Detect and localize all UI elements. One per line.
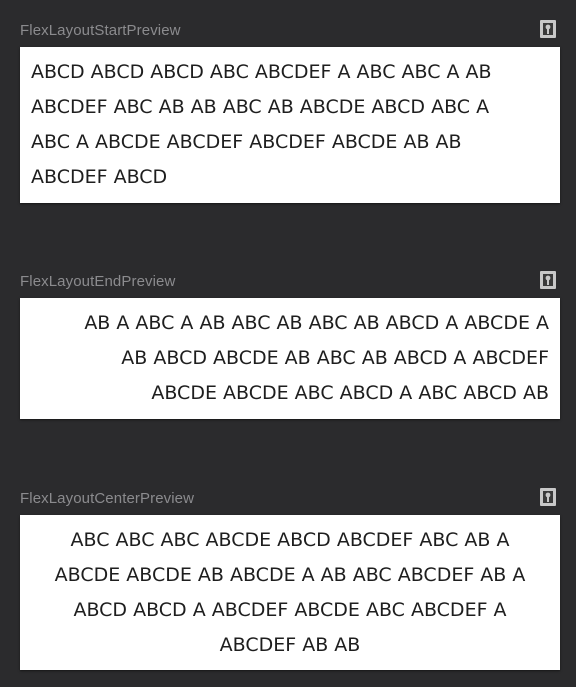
preview-card: AB A ABC A AB ABC AB ABC AB ABCD A ABCDE… — [20, 298, 560, 419]
flex-line: ABC A ABCDE ABCDEF ABCDEF ABCDE AB AB — [31, 131, 462, 153]
flex-line: ABC ABC ABC ABCDE ABCD ABCDEF ABC AB A — [70, 529, 510, 551]
flex-line: ABCD ABCD ABCD ABC ABCDEF A ABC ABC A AB — [31, 61, 492, 83]
preview-header: FlexLayoutCenterPreview — [20, 488, 560, 510]
flex-line: AB A ABC A AB ABC AB ABC AB ABCD A ABCDE… — [84, 312, 549, 334]
preview-card: ABC ABC ABC ABCDE ABCD ABCDEF ABC AB A A… — [20, 515, 560, 670]
flex-line: AB ABCD ABCDE AB ABC AB ABCD A ABCDEF — [121, 347, 549, 369]
preview-pin-icon[interactable] — [540, 488, 556, 506]
flex-line: ABCDEF ABCD — [31, 166, 168, 188]
preview-header: FlexLayoutEndPreview — [20, 271, 560, 293]
flex-line: ABCDE ABCDE ABC ABCD A ABC ABCD AB — [151, 382, 549, 404]
preview-title: FlexLayoutEndPreview — [20, 273, 176, 290]
preview-pin-icon[interactable] — [540, 271, 556, 289]
flex-line: ABCDEF ABC AB AB ABC AB ABCDE ABCD ABC A — [31, 96, 490, 118]
preview-header: FlexLayoutStartPreview — [20, 20, 560, 42]
flex-layout-center: ABC ABC ABC ABCDE ABCD ABCDEF ABC AB A A… — [20, 515, 560, 663]
flex-line: ABCD ABCD A ABCDEF ABCDE ABC ABCDEF A — [73, 599, 507, 621]
flex-layout-start: ABCD ABCD ABCD ABC ABCDEF A ABC ABC A AB… — [20, 47, 560, 195]
flex-line: ABCDE ABCDE AB ABCDE A AB ABC ABCDEF AB … — [54, 564, 526, 586]
flex-layout-end: AB A ABC A AB ABC AB ABC AB ABCD A ABCDE… — [20, 298, 560, 411]
preview-title: FlexLayoutStartPreview — [20, 22, 181, 39]
preview-card: ABCD ABCD ABCD ABC ABCDEF A ABC ABC A AB… — [20, 47, 560, 203]
preview-title: FlexLayoutCenterPreview — [20, 490, 195, 507]
flex-line: ABCDEF AB AB — [219, 634, 361, 656]
preview-pin-icon[interactable] — [540, 20, 556, 38]
